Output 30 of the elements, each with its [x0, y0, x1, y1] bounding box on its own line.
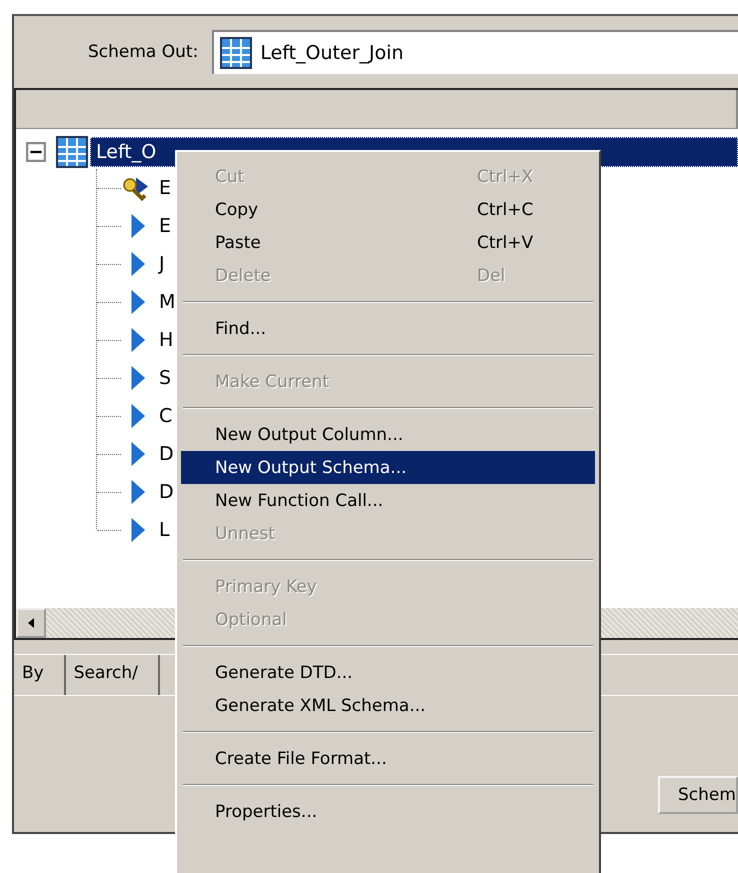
schema-button[interactable]: Schem: [658, 776, 738, 814]
menu-item[interactable]: New Output Column...: [181, 418, 595, 451]
tree-item[interactable]: J: [159, 253, 165, 275]
tree-item[interactable]: C: [159, 405, 172, 427]
tree-item[interactable]: L: [159, 519, 170, 541]
menu-item[interactable]: New Function Call...: [181, 484, 595, 517]
table-icon: [56, 136, 88, 168]
tree-item[interactable]: S: [159, 367, 172, 389]
schema-out-label: Schema Out:: [88, 42, 198, 62]
tree-item[interactable]: M: [159, 291, 176, 313]
collapse-toggle-icon[interactable]: [26, 142, 46, 162]
menu-item[interactable]: Copy Ctrl+C: [181, 193, 595, 226]
tree-item[interactable]: D: [159, 443, 174, 465]
tree-item[interactable]: H: [159, 329, 174, 351]
tree-item[interactable]: E: [159, 215, 172, 237]
schema-out-field[interactable]: Left_Outer_Join: [212, 30, 738, 74]
scroll-left-button[interactable]: [16, 608, 46, 638]
menu-item[interactable]: Create File Format...: [181, 742, 595, 775]
menu-item[interactable]: New Output Schema...: [181, 451, 595, 484]
tree-item[interactable]: E: [159, 177, 172, 199]
table-icon: [220, 37, 252, 69]
menu-item[interactable]: Paste Ctrl+V: [181, 226, 595, 259]
menu-item[interactable]: Generate XML Schema...: [181, 689, 595, 722]
tree-item[interactable]: D: [159, 481, 174, 503]
left-arrow-icon: [27, 618, 35, 628]
menu-item[interactable]: Find...: [181, 312, 595, 345]
tab[interactable]: Search/: [66, 655, 160, 695]
menu-item[interactable]: Properties...: [181, 795, 595, 828]
menu-item[interactable]: Generate DTD...: [181, 656, 595, 689]
tab[interactable]: By: [14, 655, 66, 695]
